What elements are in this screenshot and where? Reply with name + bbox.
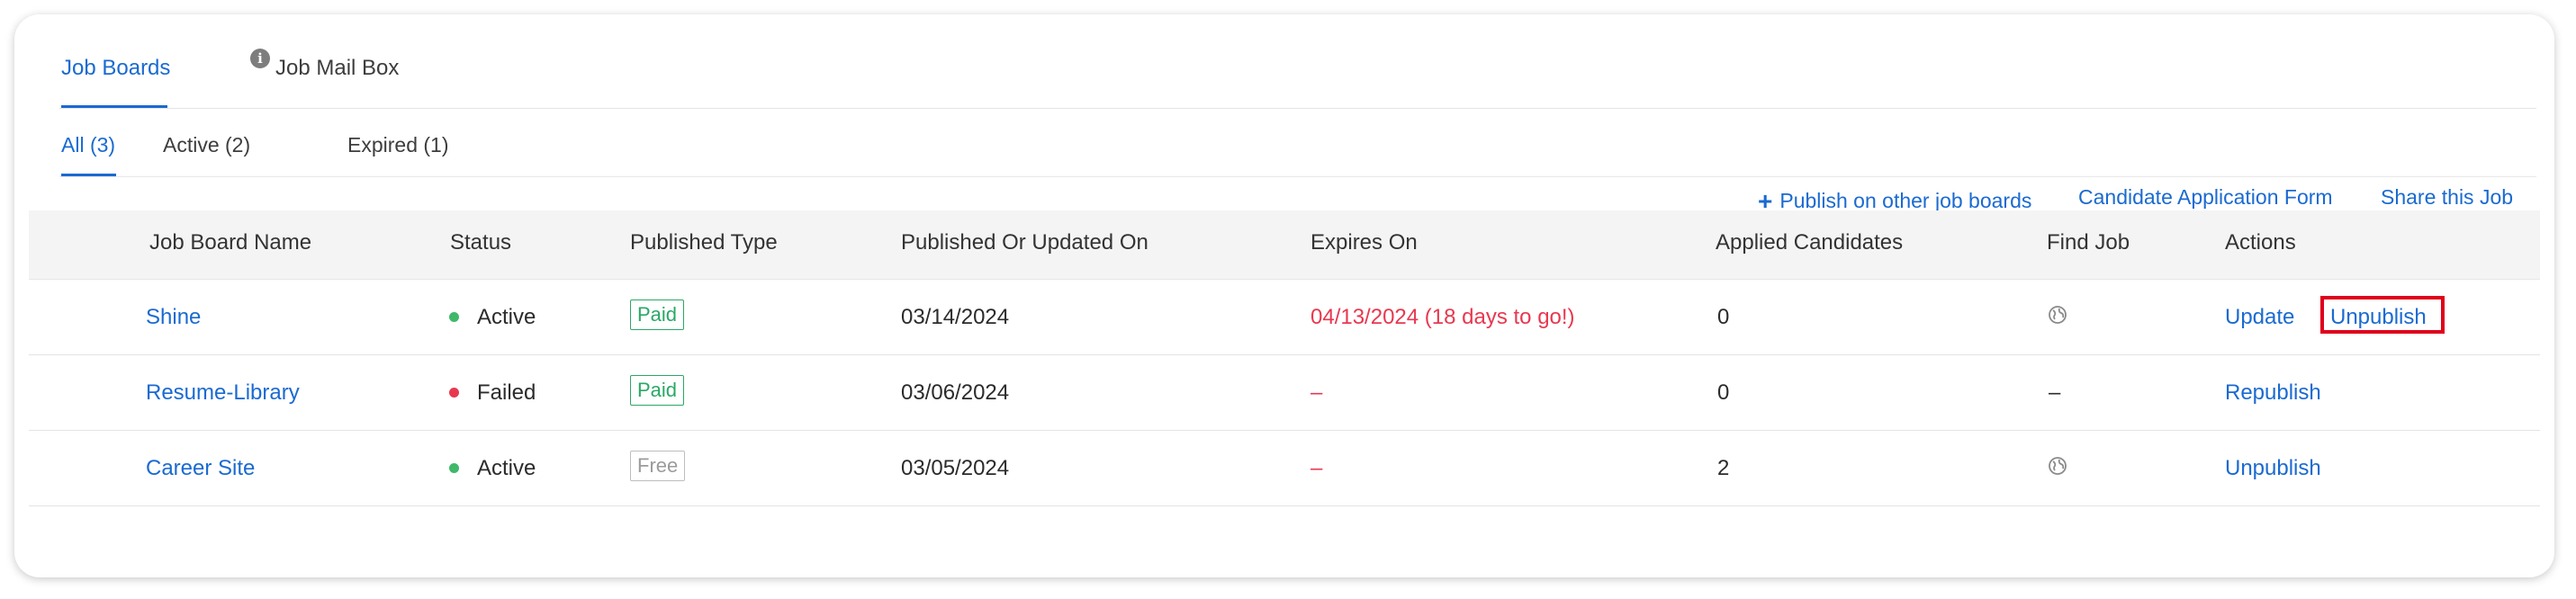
- active-subtab-indicator: [61, 174, 116, 176]
- header-job-board-name: Job Board Name: [149, 230, 312, 255]
- tab-job-mail-box[interactable]: Job Mail Box: [275, 56, 399, 81]
- status-text: Active: [477, 305, 536, 329]
- applied-count: 2: [1717, 456, 1730, 480]
- header-published-on: Published Or Updated On: [901, 230, 1148, 255]
- status-cell: Failed: [449, 380, 536, 406]
- tab-active[interactable]: Active (2): [163, 133, 250, 157]
- republish-button[interactable]: Republish: [2225, 380, 2321, 406]
- job-board-name-link[interactable]: Shine: [146, 305, 201, 330]
- header-published-type: Published Type: [630, 230, 778, 255]
- applied-count: 0: [1717, 380, 1730, 405]
- candidate-application-form-link[interactable]: Candidate Application Form: [2078, 185, 2333, 210]
- status-cell: Active: [449, 305, 536, 330]
- free-badge: Free: [630, 451, 686, 481]
- status-active-dot: [449, 312, 459, 322]
- expires-date: –: [1311, 456, 1323, 480]
- job-boards-card: Job Boards i Job Mail Box All (3) Active…: [14, 14, 2554, 577]
- info-icon[interactable]: i: [250, 49, 270, 68]
- find-job-empty: –: [2049, 380, 2061, 405]
- tab-job-boards[interactable]: Job Boards: [61, 56, 170, 81]
- status-cell: Active: [449, 456, 536, 481]
- table-row: Resume-Library Failed Paid 03/06/2024 – …: [29, 355, 2540, 431]
- header-applied-candidates: Applied Candidates: [1716, 230, 1904, 255]
- main-tab-bar: Job Boards i Job Mail Box: [59, 32, 2536, 109]
- published-date: 03/05/2024: [901, 456, 1010, 480]
- status-failed-dot: [449, 388, 459, 398]
- applied-count: 0: [1717, 305, 1730, 329]
- table-row: Career Site Active Free 03/05/2024 – 2 U…: [29, 431, 2540, 506]
- published-date: 03/14/2024: [901, 305, 1010, 329]
- share-job-link[interactable]: Share this Job: [2381, 185, 2513, 210]
- tab-expired[interactable]: Expired (1): [347, 133, 448, 157]
- globe-icon[interactable]: [2048, 456, 2067, 476]
- status-filter-tabs: All (3) Active (2) Expired (1): [59, 108, 2536, 177]
- unpublish-button[interactable]: Unpublish: [2330, 305, 2427, 330]
- status-text: Active: [477, 456, 536, 480]
- table-header: Job Board Name Status Published Type Pub…: [29, 210, 2540, 280]
- status-active-dot: [449, 463, 459, 473]
- table-row: Shine Active Paid 03/14/2024 04/13/2024 …: [29, 280, 2540, 355]
- globe-icon[interactable]: [2048, 305, 2067, 325]
- expires-date: 04/13/2024 (18 days to go!): [1311, 305, 1575, 329]
- paid-badge: Paid: [630, 300, 685, 330]
- update-button[interactable]: Update: [2225, 305, 2294, 330]
- unpublish-button[interactable]: Unpublish: [2225, 456, 2321, 481]
- header-actions: Actions: [2225, 230, 2296, 255]
- job-boards-table: Job Board Name Status Published Type Pub…: [29, 210, 2540, 506]
- paid-badge: Paid: [630, 375, 685, 406]
- tab-all[interactable]: All (3): [61, 133, 115, 157]
- status-text: Failed: [477, 380, 536, 405]
- job-board-name-link[interactable]: Resume-Library: [146, 380, 300, 406]
- expires-date: –: [1311, 380, 1323, 405]
- header-status: Status: [450, 230, 512, 255]
- header-expires-on: Expires On: [1311, 230, 1418, 255]
- publish-other-boards-label: Publish on other job boards: [1779, 189, 2032, 212]
- header-find-job: Find Job: [2047, 230, 2130, 255]
- published-date: 03/06/2024: [901, 380, 1010, 405]
- job-board-name-link[interactable]: Career Site: [146, 456, 255, 481]
